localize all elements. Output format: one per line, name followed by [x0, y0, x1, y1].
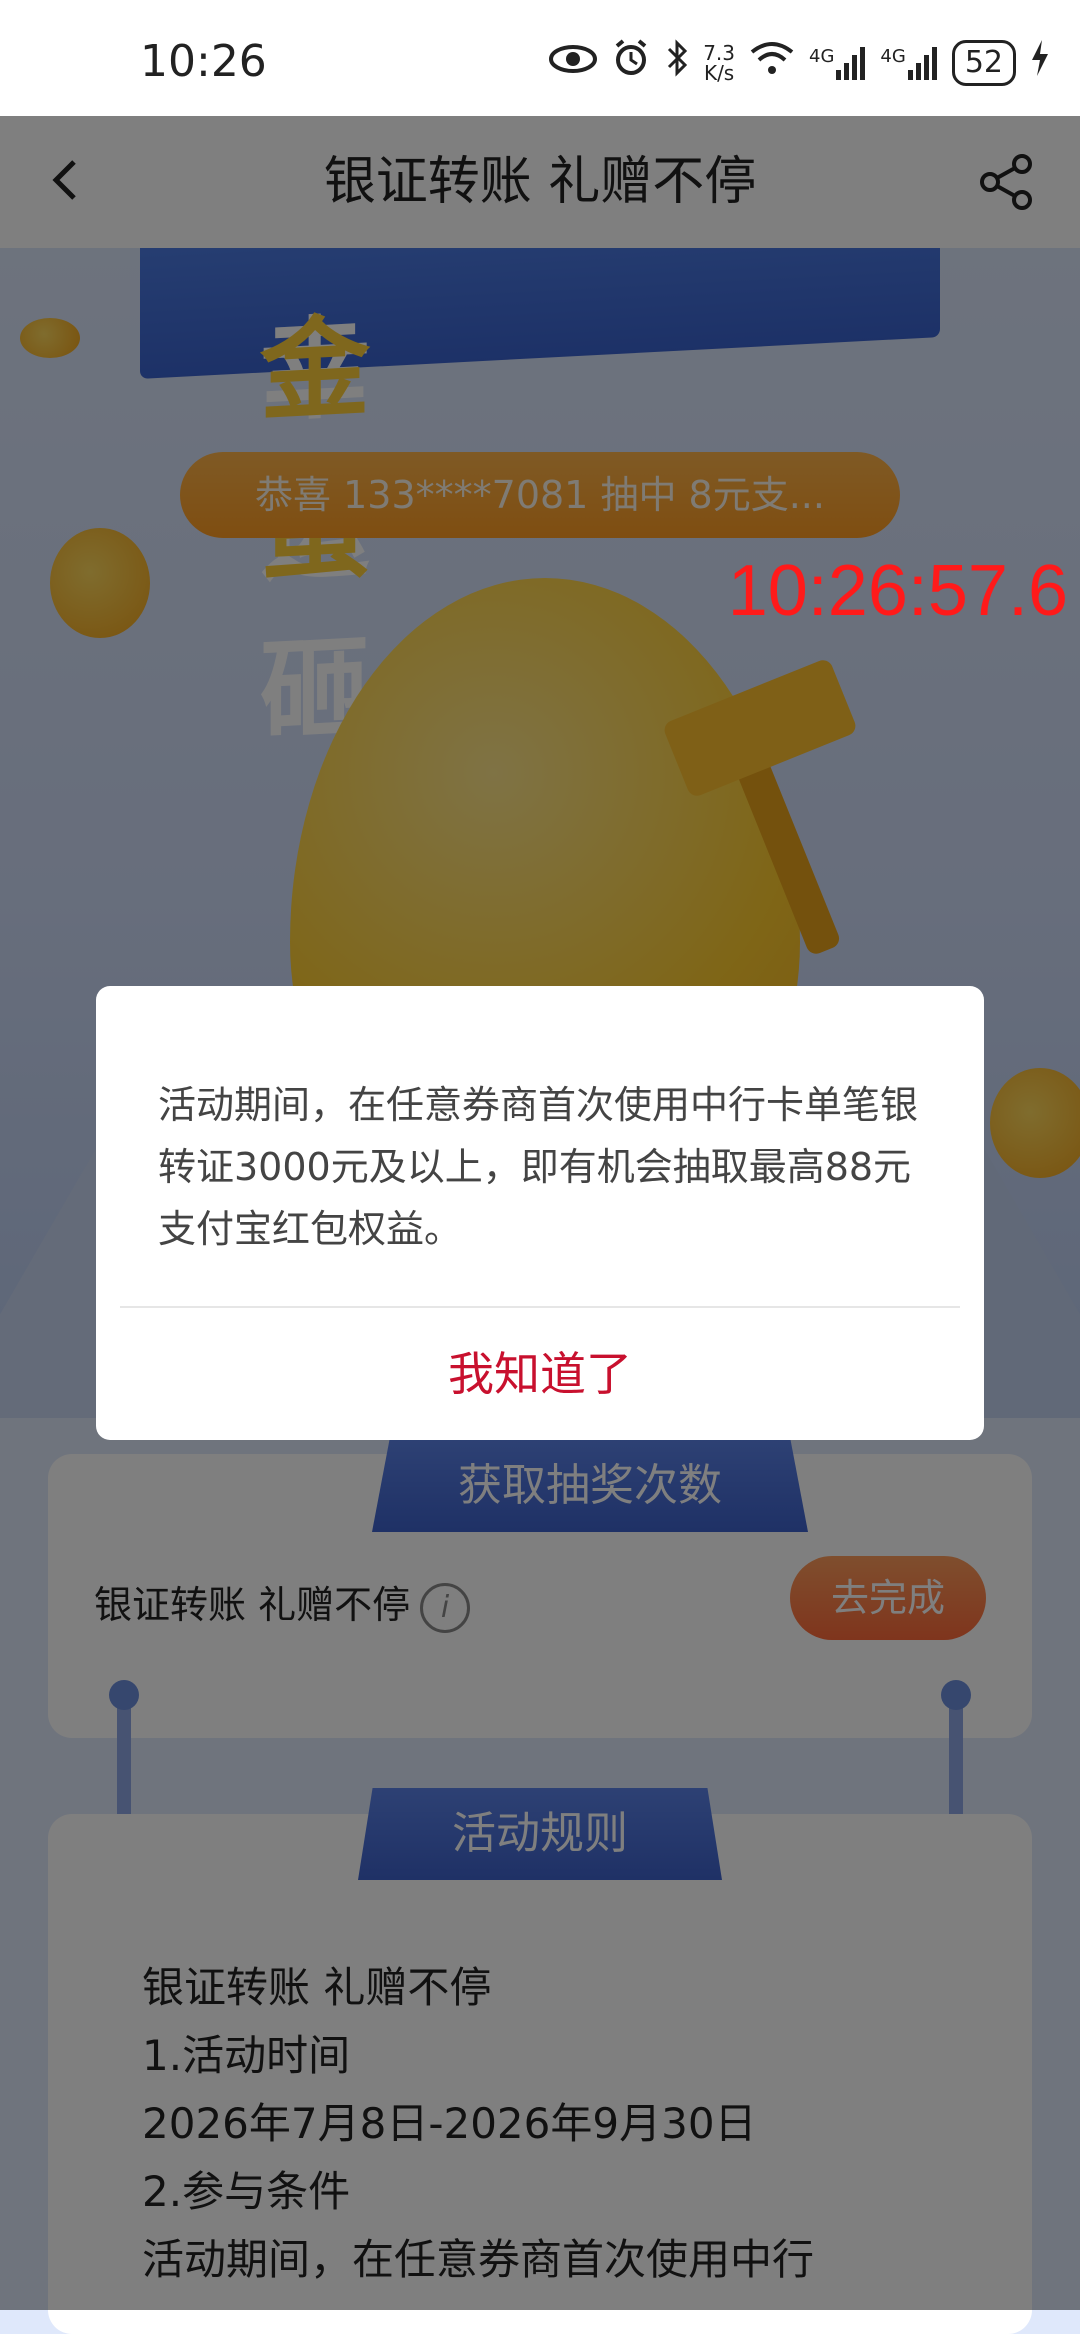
dialog-message: 活动期间，在任意券商首次使用中行卡单笔银转证3000元及以上，即有机会抽取最高8… [158, 1083, 919, 1251]
overlay-clock: 10:26:57.6 [727, 551, 1068, 631]
signal-type: 4G [809, 45, 835, 67]
alarm-icon [611, 38, 651, 87]
got-it-button[interactable]: 我知道了 [96, 1308, 984, 1440]
net-speed-value: 7.3 [703, 40, 735, 65]
network-speed: 7.3 K/s [703, 43, 735, 83]
net-speed-unit: K/s [703, 60, 735, 85]
signal-icon: 4G [809, 46, 866, 80]
battery-icon: 52 [951, 39, 1016, 86]
status-bar: 10:26 7.3 K/s 4G 4G 52 [0, 0, 1080, 116]
status-time: 10:26 [140, 36, 267, 87]
signal-type: 4G [880, 45, 906, 67]
bluetooth-icon [665, 38, 689, 87]
status-icons: 7.3 K/s 4G 4G 52 [549, 38, 1050, 87]
charging-icon [1030, 40, 1050, 85]
eye-icon [549, 43, 598, 83]
signal-icon: 4G [880, 46, 937, 80]
info-dialog: 活动期间，在任意券商首次使用中行卡单笔银转证3000元及以上，即有机会抽取最高8… [96, 986, 984, 1440]
wifi-icon [749, 40, 795, 85]
